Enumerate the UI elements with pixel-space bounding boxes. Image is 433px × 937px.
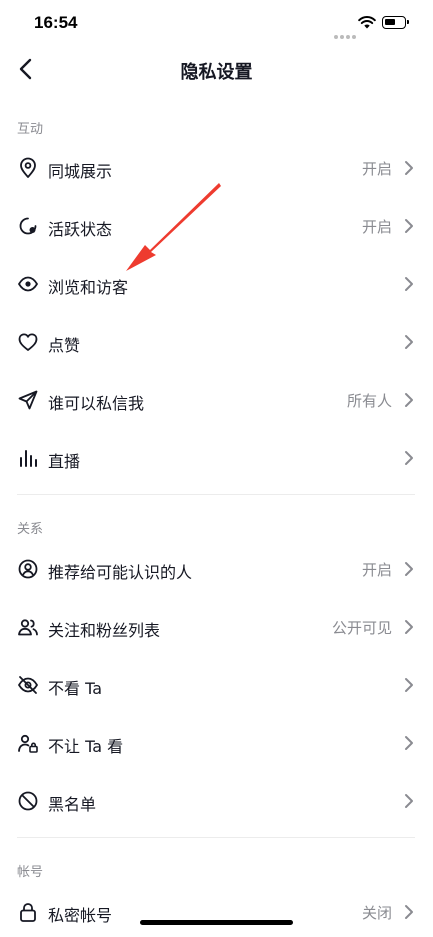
setting-value: 公开可见	[331, 619, 392, 637]
chevron-right-icon	[405, 678, 413, 692]
setting-row-hide-from-them[interactable]: 不让 Ta 看	[0, 718, 433, 768]
users-icon	[18, 619, 38, 636]
setting-row-private-account[interactable]: 私密帐号 关闭	[0, 887, 433, 937]
home-indicator	[140, 920, 293, 925]
setting-label: 私密帐号	[48, 906, 113, 925]
status-time: 16:54	[34, 13, 78, 32]
navigation-bar: 隐私设置	[0, 46, 433, 94]
setting-label: 谁可以私信我	[48, 394, 145, 413]
chevron-right-icon	[405, 905, 413, 919]
setting-label: 不让 Ta 看	[48, 737, 124, 756]
user-circle-icon	[18, 559, 38, 579]
chevron-right-icon	[405, 393, 413, 407]
signal-dots-icon	[334, 24, 358, 43]
section-divider	[17, 837, 415, 838]
setting-value: 开启	[361, 561, 392, 579]
setting-label: 活跃状态	[48, 220, 113, 239]
chevron-right-icon	[405, 219, 413, 233]
chevron-right-icon	[405, 620, 413, 634]
setting-row-city-display[interactable]: 同城展示 开启	[0, 143, 433, 193]
chevron-right-icon	[405, 736, 413, 750]
chevron-right-icon	[405, 562, 413, 576]
chevron-right-icon	[405, 794, 413, 808]
setting-label: 同城展示	[48, 162, 113, 181]
section-title-account: 帐号	[17, 865, 44, 880]
setting-row-follow-and-fans-list[interactable]: 关注和粉丝列表 公开可见	[0, 602, 433, 652]
live-bars-icon	[20, 450, 37, 467]
location-pin-icon	[20, 157, 36, 178]
user-lock-icon	[18, 734, 38, 753]
heart-icon	[18, 333, 38, 351]
status-bar: 16:54	[0, 0, 433, 46]
chevron-right-icon	[405, 277, 413, 291]
setting-value: 所有人	[346, 392, 392, 410]
eye-off-icon	[18, 676, 38, 694]
setting-row-likes[interactable]: 点赞	[0, 317, 433, 367]
setting-row-hide-their-posts[interactable]: 不看 Ta	[0, 660, 433, 710]
section-title-relations: 关系	[17, 522, 44, 537]
setting-label: 关注和粉丝列表	[48, 621, 161, 640]
send-icon	[18, 390, 38, 410]
section-title-interaction: 互动	[17, 122, 44, 137]
setting-label: 直播	[48, 452, 81, 471]
setting-label: 不看 Ta	[48, 679, 103, 698]
battery-icon	[382, 16, 409, 29]
eye-icon	[18, 276, 38, 292]
setting-value: 关闭	[361, 904, 392, 922]
setting-row-active-status[interactable]: 活跃状态 开启	[0, 201, 433, 251]
page-title: 隐私设置	[180, 62, 253, 83]
setting-row-browse-visitors[interactable]: 浏览和访客	[0, 259, 433, 309]
lock-icon	[20, 903, 36, 922]
setting-row-who-can-message[interactable]: 谁可以私信我 所有人	[0, 375, 433, 425]
setting-value: 开启	[361, 218, 392, 236]
setting-label: 点赞	[48, 336, 81, 355]
activity-status-icon	[19, 217, 37, 235]
section-divider	[17, 494, 415, 495]
setting-row-blacklist[interactable]: 黑名单	[0, 776, 433, 826]
setting-label: 黑名单	[48, 795, 97, 814]
setting-row-live[interactable]: 直播	[0, 433, 433, 483]
setting-label: 推荐给可能认识的人	[48, 563, 193, 582]
setting-row-recommend-to-acquaintances[interactable]: 推荐给可能认识的人 开启	[0, 544, 433, 594]
wifi-icon	[358, 16, 376, 29]
setting-label: 浏览和访客	[48, 278, 129, 297]
setting-value: 开启	[361, 160, 392, 178]
block-icon	[18, 791, 38, 811]
chevron-right-icon	[405, 451, 413, 465]
chevron-right-icon	[405, 335, 413, 349]
chevron-right-icon	[405, 161, 413, 175]
